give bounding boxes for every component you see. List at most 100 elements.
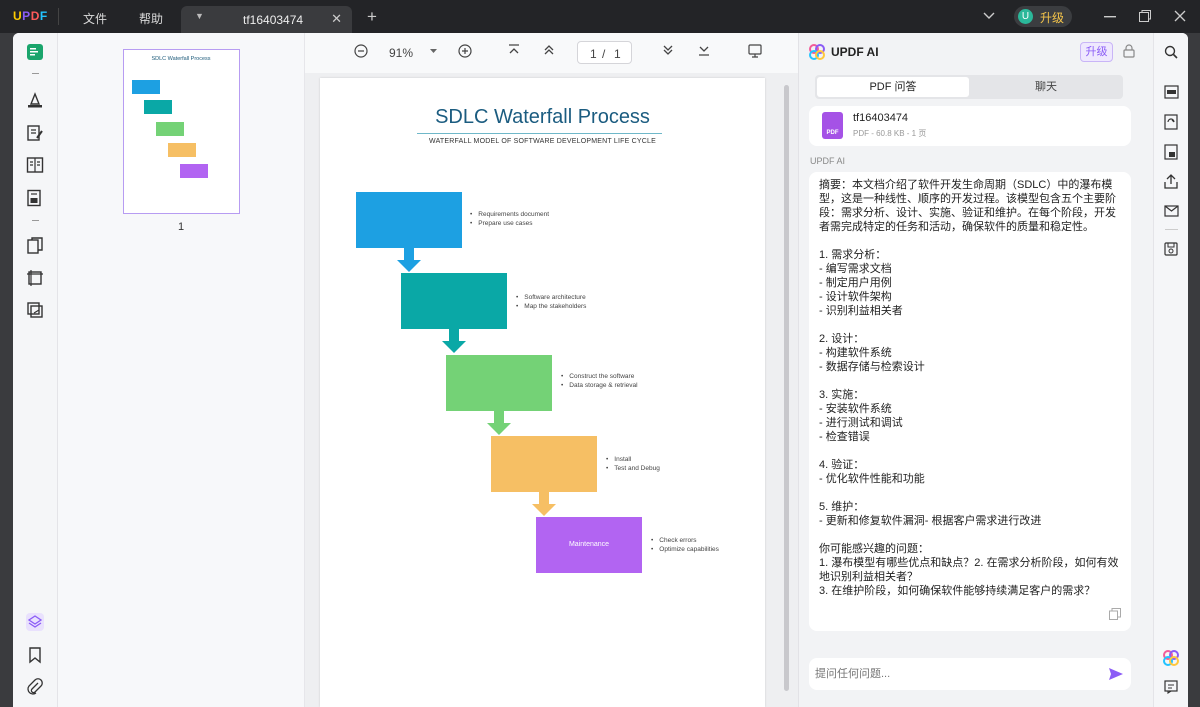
lock-icon[interactable] — [1123, 44, 1135, 58]
first-page-icon[interactable] — [508, 44, 520, 56]
waterfall-step-5: Maintenance — [536, 517, 642, 573]
bullet-text: Software architecture — [516, 293, 586, 302]
reader-mode-icon[interactable] — [26, 43, 44, 61]
email-icon[interactable] — [1164, 205, 1179, 217]
share-icon[interactable] — [1164, 174, 1178, 189]
step-arrow — [487, 411, 511, 435]
step-arrow — [532, 492, 556, 516]
logo-letter-d: D — [30, 9, 40, 23]
ocr-icon[interactable] — [1164, 85, 1179, 99]
close-window-icon[interactable] — [1174, 10, 1186, 22]
step-1-bullets: Requirements documentPrepare use cases — [470, 210, 549, 228]
page-separator: / — [602, 47, 606, 61]
document-title: SDLC Waterfall Process — [435, 106, 650, 128]
form-icon[interactable] — [26, 189, 44, 207]
page-number-box[interactable]: 1 / 1 — [577, 41, 632, 64]
upgrade-label: 升级 — [1040, 11, 1065, 25]
bullet-text: Requirements document — [470, 210, 549, 219]
viewer-toolbar: 91% 1 / 1 — [305, 33, 798, 73]
bookmark-icon[interactable] — [26, 646, 44, 664]
edit-pdf-icon[interactable] — [26, 124, 44, 142]
current-page[interactable]: 1 — [590, 47, 597, 61]
crop-pages-icon[interactable] — [26, 269, 44, 287]
protect-icon[interactable] — [1164, 144, 1178, 160]
zoom-out-icon[interactable] — [354, 44, 368, 58]
step-arrow — [397, 248, 421, 272]
thumbnail-step — [180, 164, 208, 178]
ai-file-card: PDF tf16403474 PDF - 60.8 KB - 1 页 — [809, 106, 1131, 146]
left-toolbar — [13, 33, 58, 707]
restore-icon[interactable] — [1139, 10, 1151, 22]
new-tab-icon[interactable]: + — [367, 7, 377, 27]
search-icon[interactable] — [1164, 45, 1178, 59]
comment-highlighter-icon[interactable] — [26, 91, 44, 109]
bullet-text: Construct the software — [561, 372, 638, 381]
ai-question-input[interactable] — [815, 664, 1095, 684]
menu-file[interactable]: 文件 — [83, 10, 107, 27]
ai-question-input-box[interactable] — [809, 658, 1131, 690]
ai-panel: UPDF AI 升级 PDF 问答 聊天 PDF tf16403474 PDF … — [798, 33, 1153, 707]
toolbar-divider — [32, 220, 39, 221]
ai-file-name: tf16403474 — [853, 112, 909, 124]
next-page-icon[interactable] — [662, 44, 674, 56]
thumbnail-step — [132, 80, 160, 94]
thumbnail-step — [144, 100, 172, 114]
upgrade-button[interactable]: U 升级 — [1014, 6, 1072, 27]
last-page-icon[interactable] — [698, 44, 710, 56]
page-thumbnail[interactable]: SDLC Waterfall Process — [123, 49, 240, 214]
title-divider — [58, 8, 59, 25]
tab-title: tf16403474 — [243, 13, 304, 27]
organize-pages-icon[interactable] — [26, 156, 44, 174]
bullet-text: Prepare use cases — [470, 219, 549, 228]
copy-icon[interactable] — [1109, 608, 1121, 620]
logo-letter-p: P — [22, 9, 31, 23]
close-tab-icon[interactable]: ✕ — [331, 11, 342, 27]
ai-upgrade-button[interactable]: 升级 — [1080, 42, 1113, 62]
thumbnail-page-number: 1 — [178, 221, 185, 233]
pdf-page: SDLC Waterfall Process WATERFALL MODEL O… — [320, 78, 765, 707]
avatar: U — [1018, 9, 1033, 24]
total-pages: 1 — [614, 47, 621, 61]
app-body: SDLC Waterfall Process 1 91% 1 / 1 SDLC … — [13, 33, 1188, 707]
previous-page-icon[interactable] — [543, 44, 555, 56]
presentation-icon[interactable] — [748, 44, 762, 58]
chevron-down-icon[interactable] — [983, 11, 995, 21]
title-rule — [417, 133, 662, 134]
ai-section-label: UPDF AI — [810, 156, 846, 166]
tab-dropdown-icon[interactable]: ▼ — [195, 11, 204, 21]
convert-pdf-icon[interactable] — [26, 237, 44, 255]
minimize-icon[interactable] — [1104, 16, 1116, 18]
updf-logo[interactable]: UPDF — [13, 9, 48, 23]
bullet-text: Check errors — [651, 536, 719, 545]
save-icon[interactable] — [1164, 242, 1178, 256]
tab-pdf-qa[interactable]: PDF 问答 — [817, 77, 969, 97]
toolbar-divider — [1165, 229, 1178, 230]
protect-pdf-icon[interactable] — [26, 301, 44, 319]
vertical-scrollbar[interactable] — [784, 85, 789, 691]
waterfall-step-4 — [491, 436, 597, 492]
thumbnail-step — [156, 122, 184, 136]
zoom-level[interactable]: 91% — [389, 46, 413, 60]
step-arrow — [442, 329, 466, 353]
ai-answer: 摘要：本文档介绍了软件开发生命周期（SDLC）中的瀑布模型，这是一种线性、顺序的… — [809, 172, 1131, 631]
bullet-text: Install — [606, 455, 660, 464]
attachment-icon[interactable] — [26, 678, 44, 696]
ai-panel-title: UPDF AI — [831, 45, 879, 59]
updf-ai-icon[interactable] — [1163, 650, 1179, 666]
zoom-dropdown-icon[interactable] — [430, 49, 437, 54]
waterfall-step-1 — [356, 192, 462, 248]
zoom-in-icon[interactable] — [458, 44, 472, 58]
convert-icon[interactable] — [1164, 114, 1178, 130]
bullet-text: Map the stakeholders — [516, 302, 586, 311]
waterfall-step-3 — [446, 355, 552, 411]
pdf-file-icon: PDF — [822, 112, 843, 139]
menu-help[interactable]: 帮助 — [139, 10, 163, 27]
document-tab[interactable]: ▼ tf16403474 ✕ — [181, 6, 352, 33]
tab-chat[interactable]: 聊天 — [971, 77, 1121, 97]
document-subtitle: WATERFALL MODEL OF SOFTWARE DEVELOPMENT … — [429, 138, 656, 145]
send-icon[interactable] — [1109, 668, 1123, 680]
document-viewer: 91% 1 / 1 SDLC Waterfall Process WATERFA… — [305, 33, 798, 707]
step-5-bullets: Check errorsOptimize capabilities — [651, 536, 719, 554]
layers-icon[interactable] — [26, 613, 44, 631]
comments-list-icon[interactable] — [1164, 680, 1178, 694]
